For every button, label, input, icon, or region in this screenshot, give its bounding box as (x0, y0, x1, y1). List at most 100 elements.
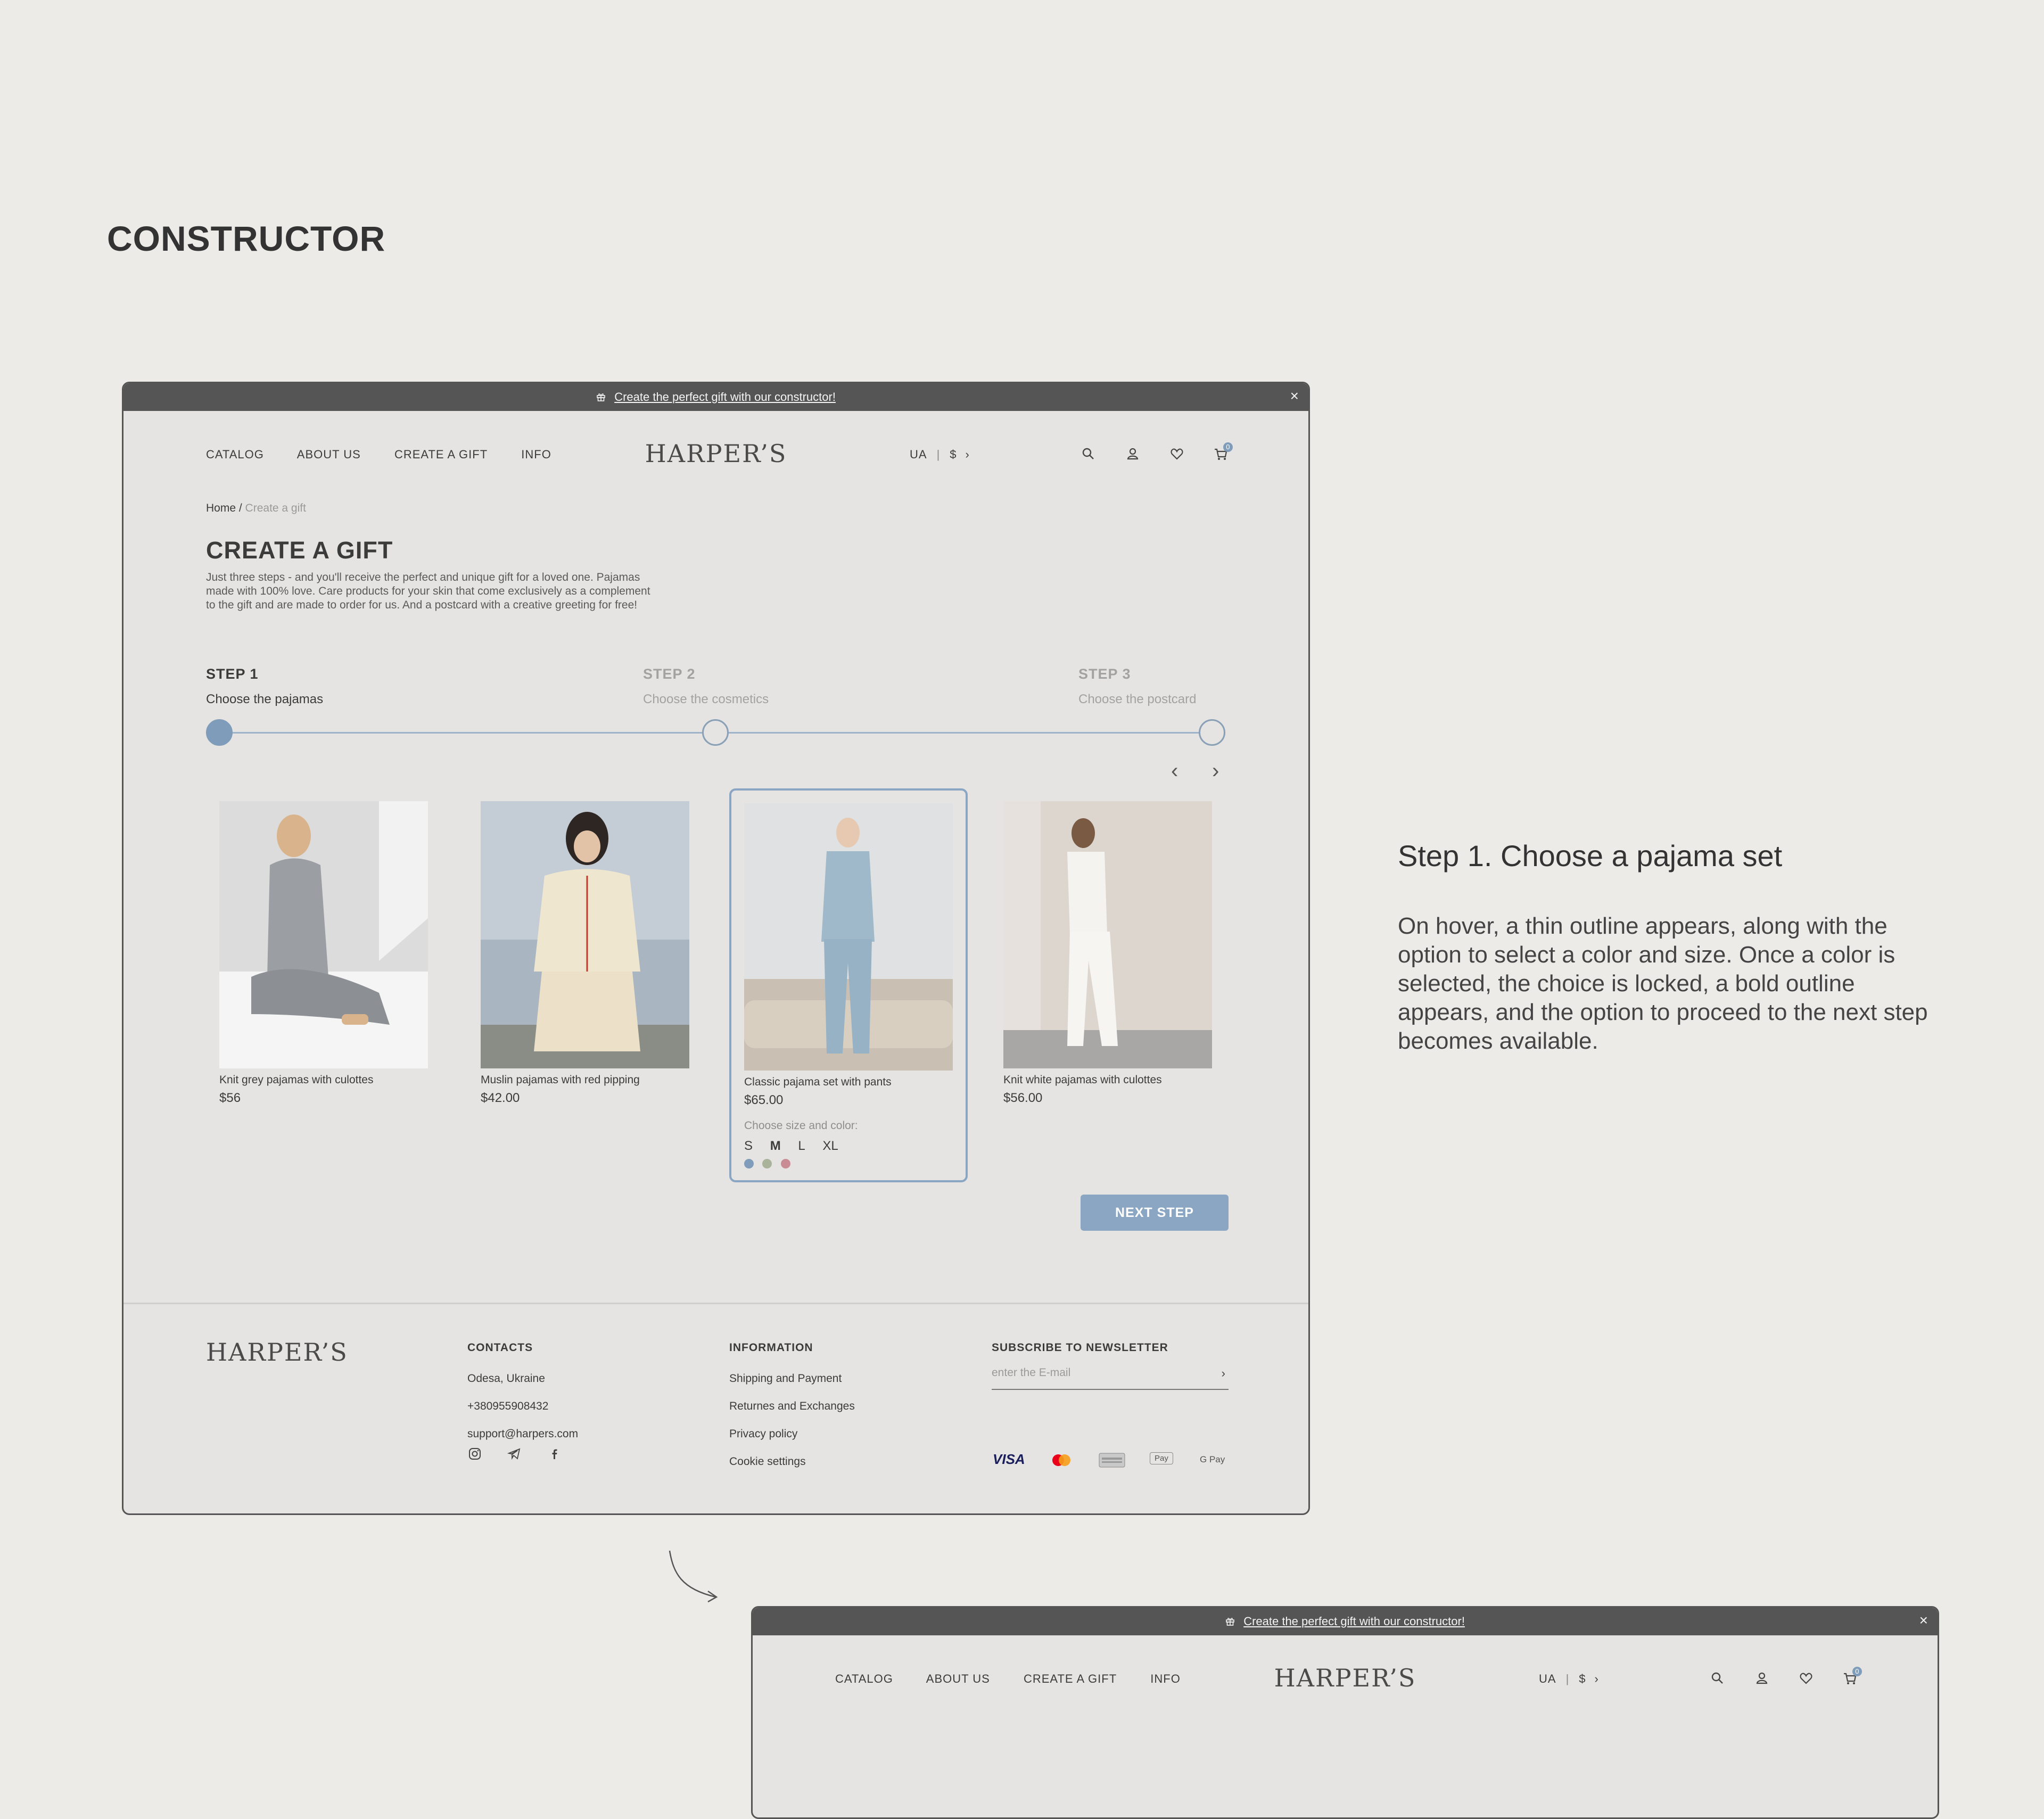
heart-icon[interactable] (1167, 445, 1186, 464)
footer-link-cookies[interactable]: Cookie settings (729, 1455, 855, 1468)
search-icon[interactable] (1708, 1669, 1727, 1688)
contact-address: Odesa, Ukraine (467, 1372, 545, 1385)
locale-divider: | (936, 448, 941, 461)
size-selector: S M L XL (744, 1139, 852, 1154)
color-swatch-rose[interactable] (780, 1159, 790, 1168)
step-3: STEP 3 Choose the postcard (1078, 666, 1196, 707)
main-nav: CATALOG ABOUT US CREATE A GIFT INFO HARP… (123, 439, 1308, 471)
promo-link[interactable]: Create the perfect gift with our constru… (614, 390, 836, 404)
size-option-s[interactable]: S (744, 1139, 753, 1153)
telegram-icon[interactable] (507, 1446, 522, 1461)
instagram-icon[interactable] (467, 1446, 482, 1461)
main-nav: CATALOG ABOUT US CREATE A GIFT INFO HARP… (753, 1664, 1938, 1695)
carousel-prev-button[interactable]: ‹ (1171, 759, 1178, 783)
breadcrumb-separator: / (236, 502, 245, 514)
product-card[interactable]: Muslin pajamas with red pipping $42.00 (468, 788, 706, 1182)
carousel-next-button[interactable]: › (1212, 759, 1219, 783)
footer-divider (123, 1303, 1308, 1304)
heart-icon[interactable] (1796, 1669, 1816, 1688)
contact-email[interactable]: support@harpers.com (467, 1428, 578, 1441)
footer-link-shipping[interactable]: Shipping and Payment (729, 1372, 855, 1385)
footer-contacts: CONTACTS Odesa, Ukraine +380955908432 su… (467, 1341, 578, 1455)
next-step-button[interactable]: NEXT STEP (1081, 1195, 1229, 1231)
color-swatch-blue[interactable] (744, 1159, 754, 1168)
promo-close-button[interactable]: × (1290, 389, 1299, 404)
product-card[interactable]: Knit white pajamas with culottes $56.00 (991, 788, 1229, 1182)
cart-count-badge: 0 (1852, 1667, 1862, 1676)
amex-card-logo (1099, 1452, 1125, 1468)
apple-pay-logo: Pay (1150, 1452, 1173, 1468)
locale-switcher[interactable]: UA | $ › (1539, 1672, 1599, 1686)
footer-information-heading: INFORMATION (729, 1341, 813, 1354)
search-icon[interactable] (1079, 445, 1098, 464)
browser-window-step1: Create the perfect gift with our constru… (122, 382, 1310, 1515)
cart-icon[interactable]: 0 (1211, 442, 1233, 464)
cart-count-badge: 0 (1223, 442, 1233, 452)
product-price: $56.00 (1003, 1091, 1043, 1105)
apple-pay-text: Pay (1150, 1452, 1173, 1464)
side-note-text: On hover, a thin outline appears, along … (1398, 913, 1928, 1054)
progress-dot-step-2 (702, 719, 729, 746)
visa-logo: VISA (993, 1451, 1025, 1467)
color-swatch-sage[interactable] (762, 1159, 772, 1168)
currency-symbol: $ (950, 448, 957, 461)
step-2: STEP 2 Choose the cosmetics (643, 666, 769, 707)
footer-link-privacy[interactable]: Privacy policy (729, 1428, 855, 1441)
chevron-right-icon: › (1594, 1672, 1599, 1685)
size-color-prompt: Choose size and color: (744, 1120, 858, 1132)
canvas-title: CONSTRUCTOR (107, 219, 386, 258)
language-code: UA (910, 448, 927, 461)
newsletter-email-input[interactable] (992, 1367, 1205, 1379)
color-selector (744, 1159, 797, 1171)
google-pay-logo: G Pay (1200, 1454, 1225, 1470)
browser-window-step1-next: Create the perfect gift with our constru… (751, 1606, 1939, 1819)
progress-dot-step-3 (1199, 719, 1225, 746)
product-name: Knit white pajamas with culottes (1003, 1074, 1162, 1086)
size-option-l[interactable]: L (798, 1139, 805, 1153)
product-photo-grey-pajamas (219, 801, 428, 1068)
footer-contacts-heading: CONTACTS (467, 1341, 533, 1354)
gift-icon (597, 393, 605, 401)
step-1-label: STEP 1 (206, 666, 259, 682)
product-price: $42.00 (481, 1091, 520, 1105)
footer-logo[interactable]: HARPER’S (206, 1338, 348, 1367)
promo-close-button[interactable]: × (1919, 1613, 1928, 1628)
social-links (467, 1446, 584, 1464)
newsletter-submit-arrow-icon[interactable]: › (1222, 1367, 1225, 1380)
breadcrumb: Home / Create a gift (206, 502, 306, 515)
page-description: Just three steps - and you'll receive th… (206, 571, 706, 612)
breadcrumb-current: Create a gift (245, 502, 306, 514)
promo-link[interactable]: Create the perfect gift with our constru… (1243, 1615, 1465, 1628)
currency-symbol: $ (1579, 1672, 1586, 1685)
size-option-m-selected[interactable]: M (770, 1139, 781, 1153)
google-pay-text: G Pay (1200, 1454, 1225, 1464)
page-description-line: to the gift and are made to order for us… (206, 599, 638, 611)
gift-icon (1226, 1618, 1234, 1626)
user-icon[interactable] (1123, 445, 1142, 464)
progress-dot-step-1[interactable] (206, 719, 233, 746)
contact-phone[interactable]: +380955908432 (467, 1400, 578, 1413)
flow-arrow-icon (669, 1550, 718, 1603)
promo-bar: Create the perfect gift with our constru… (123, 383, 1308, 411)
cart-icon[interactable]: 0 (1841, 1667, 1862, 1688)
product-card[interactable]: Knit grey pajamas with culottes $56 (207, 788, 445, 1182)
product-price: $65.00 (744, 1093, 784, 1107)
locale-divider: | (1565, 1672, 1570, 1685)
product-photo-muslin-pajamas (481, 801, 689, 1068)
product-card-selected[interactable]: Classic pajama set with pants $65.00 Cho… (729, 788, 968, 1182)
size-option-xl[interactable]: XL (822, 1139, 838, 1153)
step-1-description: Choose the pajamas (206, 692, 324, 706)
facebook-icon[interactable] (547, 1446, 562, 1461)
user-icon[interactable] (1752, 1669, 1771, 1688)
step-3-description: Choose the postcard (1078, 692, 1197, 706)
breadcrumb-home[interactable]: Home (206, 502, 236, 514)
step-3-label: STEP 3 (1078, 666, 1131, 682)
mastercard-logo (1050, 1452, 1073, 1468)
visa-logo-text: VISA (993, 1451, 1025, 1467)
language-code: UA (1539, 1672, 1556, 1685)
promo-bar: Create the perfect gift with our constru… (753, 1608, 1938, 1635)
step-1[interactable]: STEP 1 Choose the pajamas (206, 666, 323, 707)
footer-link-returns[interactable]: Returnes and Exchanges (729, 1400, 855, 1413)
page-description-line: made with 100% love. Care products for y… (206, 585, 650, 597)
locale-switcher[interactable]: UA | $ › (910, 448, 970, 462)
